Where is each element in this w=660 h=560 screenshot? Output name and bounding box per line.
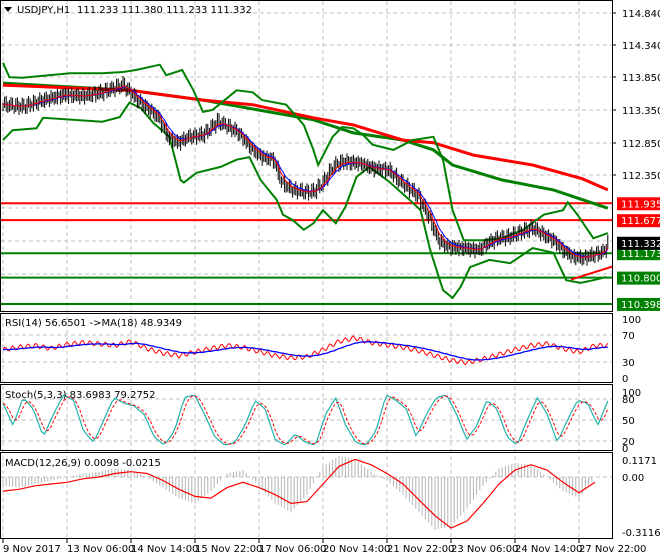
time-tick-label: 21 Nov 22:00 [387, 544, 454, 555]
rsi-panel[interactable] [2, 335, 609, 366]
price-tick-label: 113.850 [622, 73, 660, 84]
price-tick-label: 112.350 [622, 171, 660, 182]
time-tick-label: 27 Nov 22:00 [579, 544, 646, 555]
collapse-triangle-icon[interactable] [4, 7, 12, 12]
rsi-tick-label: 100 [622, 315, 641, 326]
time-tick-label: 24 Nov 14:00 [515, 544, 582, 555]
price-tick-label: 114.840 [622, 9, 660, 20]
level-tag-label: 111.935 [621, 199, 660, 210]
symbol-label: USDJPY,H1 [17, 5, 70, 16]
price-panel[interactable] [1, 62, 613, 305]
ohlc-label: 111.233 111.380 111.233 111.332 [77, 5, 252, 16]
macd-signal-line [2, 458, 596, 529]
slow-ma-red-line [2, 83, 609, 192]
level-tag-label: 111.173 [621, 249, 660, 260]
rsi-tick-label: 30 [622, 358, 635, 369]
macd-tick-label: -0.3116 [622, 528, 660, 539]
time-tick-label: 15 Nov 22:00 [195, 544, 262, 555]
rsi-label: RSI(14) 56.6501 ->MA(18) 48.9349 [5, 318, 182, 329]
time-tick-label: 17 Nov 06:00 [259, 544, 326, 555]
axes: 114.840 114.340 113.850 113.350 112.850 112.3… [2, 9, 660, 555]
time-tick-label: 23 Nov 06:00 [451, 544, 518, 555]
time-tick-label: 14 Nov 14:00 [131, 544, 198, 555]
price-tick-label: 114.340 [622, 41, 660, 52]
trading-chart[interactable]: 114.840 114.340 113.850 113.350 112.850 112.3… [0, 0, 660, 560]
stoch-label: Stoch(5,3,3) 83.6983 79.2752 [5, 390, 156, 401]
macd-tick-label: 0.00 [622, 473, 644, 484]
rsi-line [2, 335, 609, 366]
macd-label: MACD(12,26,9) 0.0098 -0.0215 [5, 458, 161, 469]
current-price-label: 111.332 [621, 239, 660, 250]
bollinger-lower-line [2, 101, 607, 300]
rsi-ma-line [2, 341, 608, 361]
price-tick-label: 113.350 [622, 106, 660, 117]
time-tick-label: 13 Nov 06:00 [67, 544, 134, 555]
price-panel-frame [0, 0, 613, 312]
stoch-tick-label: 50 [622, 416, 635, 427]
macd-tick-label: 0.1171 [622, 456, 657, 467]
stoch-tick-label: 80 [622, 395, 635, 406]
price-tick-label: 112.850 [622, 139, 660, 150]
stoch-tick-label: 0 [622, 444, 628, 455]
time-tick-label: 9 Nov 2017 [3, 544, 61, 555]
rsi-tick-label: 70 [622, 331, 635, 342]
time-tick-label: 20 Nov 14:00 [323, 544, 390, 555]
level-tag-label: 110.398 [621, 300, 660, 311]
level-tag-label: 110.800 [621, 274, 660, 285]
rsi-tick-label: 0 [622, 374, 628, 385]
level-tag-label: 111.677 [621, 216, 660, 227]
